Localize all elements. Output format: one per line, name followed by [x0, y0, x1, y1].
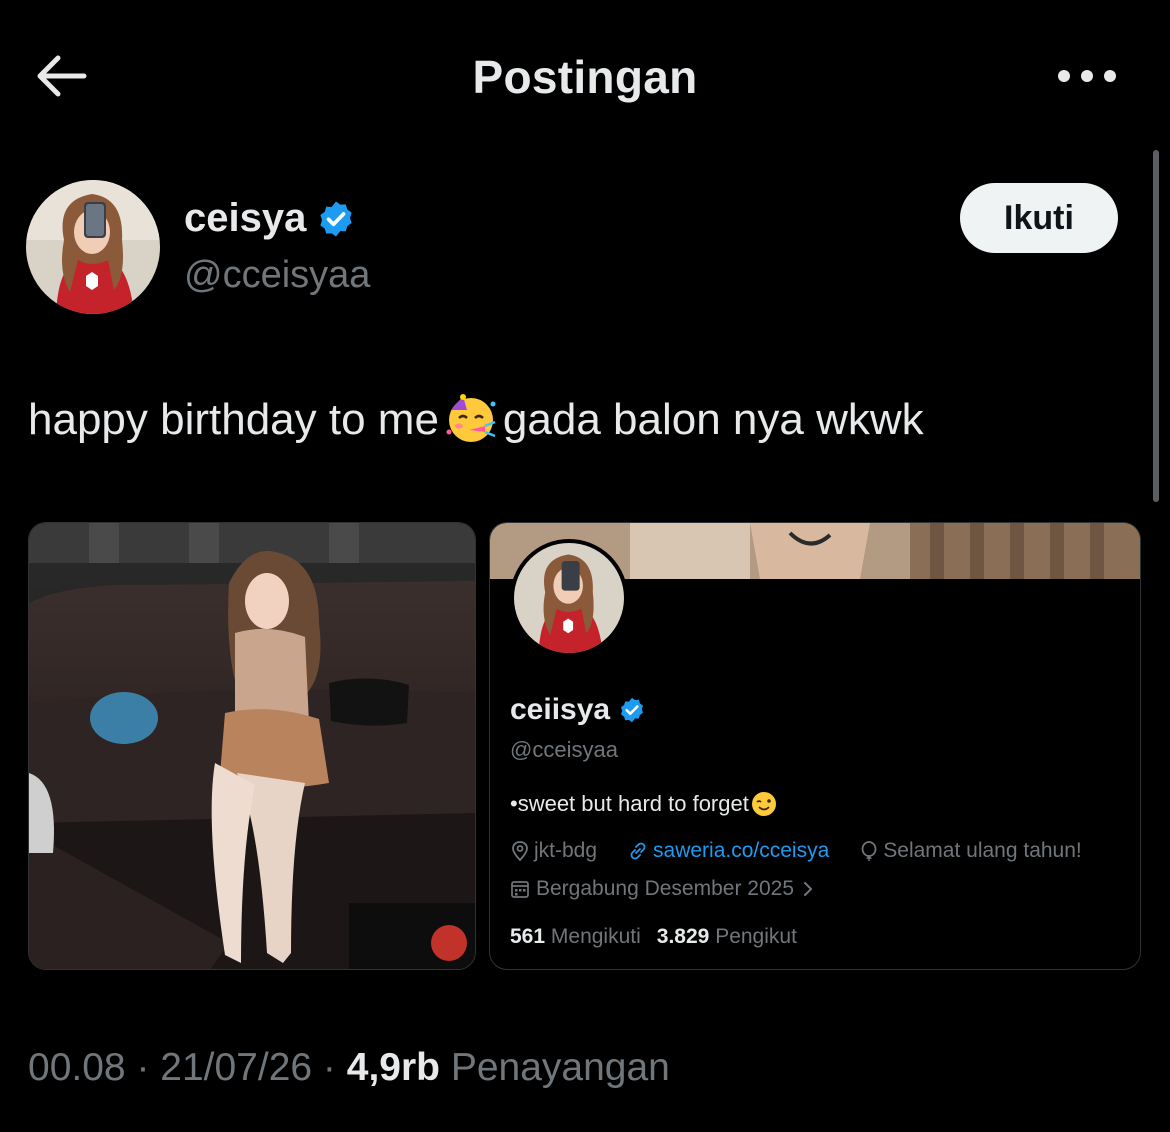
profile-meta-row: jkt-bdg saweria.co/cceisya Selamat ulang…: [510, 839, 1112, 863]
profile-birthday: Selamat ulang tahun!: [859, 839, 1082, 863]
profile-bio: •sweet but hard to forget: [510, 791, 777, 817]
more-options-button[interactable]: [1052, 58, 1122, 94]
page-title: Postingan: [472, 51, 698, 103]
tweet-text-part1: happy birthday to me: [28, 395, 439, 444]
meta-separator: ·: [125, 1046, 161, 1089]
more-horizontal-icon: [1058, 70, 1116, 82]
tweet-time: 00.08: [28, 1046, 126, 1089]
profile-location: jkt-bdg: [510, 839, 597, 863]
profile-link: saweria.co/cceisya: [627, 839, 829, 863]
verified-badge-icon: [621, 697, 644, 723]
profile-avatar: [510, 539, 628, 657]
balloon-icon: [861, 841, 877, 861]
tweet-meta: 00.08 · 21/07/26 · 4,9rb Penayangan: [28, 1046, 670, 1090]
location-pin-icon: [512, 841, 528, 862]
tweet-text-part2: gada balon nya wkwk: [502, 395, 924, 444]
chevron-right-icon: [804, 882, 813, 896]
profile-display-name: ceiisya: [510, 693, 611, 726]
profile-following: 561 Mengikuti: [510, 925, 641, 948]
winking-face-emoji-icon: [751, 792, 776, 816]
author-name-row[interactable]: ceisya: [184, 196, 356, 241]
media-profile-screenshot[interactable]: ceiisya @cceisyaa •sweet but hard to for…: [489, 522, 1141, 970]
author-handle[interactable]: @cceisyaa: [184, 254, 370, 297]
tweet-date: 21/07/26: [160, 1046, 313, 1089]
link-icon: [630, 842, 646, 860]
author-avatar[interactable]: [26, 180, 160, 314]
tweet-text: happy birthday to me gada balon nya wkwk: [28, 392, 924, 455]
partying-face-emoji-icon: [441, 392, 501, 455]
verified-badge-icon: [320, 201, 353, 236]
top-app-bar: Postingan: [0, 0, 1170, 150]
meta-separator: ·: [312, 1046, 347, 1089]
media-photo[interactable]: [28, 522, 476, 970]
views-count[interactable]: 4,9rb: [347, 1046, 440, 1089]
profile-joined: Bergabung Desember 2025: [510, 877, 816, 901]
profile-followers: 3.829 Pengikut: [656, 925, 797, 948]
profile-bio-text: •sweet but hard to forget: [510, 791, 749, 816]
views-label: Penayangan: [439, 1046, 670, 1089]
author-display-name: ceisya: [184, 196, 307, 240]
profile-name-row: ceiisya: [510, 693, 646, 727]
scrollbar[interactable]: [1153, 150, 1159, 502]
photo-icon: [29, 523, 475, 969]
profile-stats: 561 Mengikuti 3.829 Pengikut: [510, 925, 797, 949]
follow-button[interactable]: Ikuti: [960, 183, 1118, 253]
profile-handle: @cceisyaa: [510, 737, 618, 762]
calendar-icon: [511, 881, 529, 898]
